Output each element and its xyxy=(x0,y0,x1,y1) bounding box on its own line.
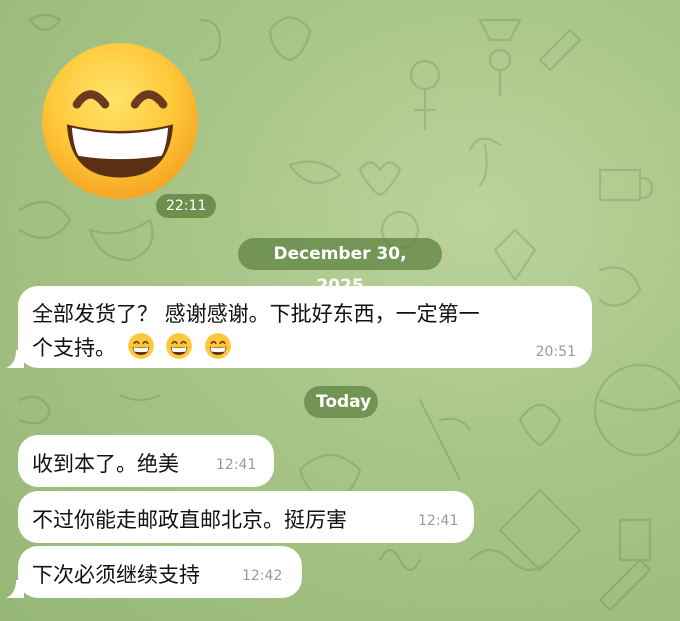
grinning-face-emoji xyxy=(166,333,193,359)
grinning-face-emoji xyxy=(205,333,231,359)
message-time: 12:41 xyxy=(216,457,257,473)
message-text: 收到本了。绝美 xyxy=(32,452,179,476)
message-time: 12:42 xyxy=(242,568,283,584)
message-time: 12:41 xyxy=(418,513,459,529)
message-text-line-2: 个支持。 xyxy=(32,332,232,362)
message-bubble[interactable]: 下次必须继续支持 12:42 xyxy=(18,546,302,598)
message-text: 不过你能走邮政直邮北京。挺厉害 xyxy=(32,508,347,532)
message-bubble[interactable]: 不过你能走邮政直邮北京。挺厉害 12:41 xyxy=(18,491,474,543)
message-text-line-1: 全部发货了？ 感谢感谢。下批好东西，一定第一 xyxy=(32,302,480,326)
message-bubble[interactable]: 全部发货了？ 感谢感谢。下批好东西，一定第一 个支持。 20:51 xyxy=(18,286,592,368)
date-separator: December 30, 2025 xyxy=(238,238,442,296)
date-separator-today: Today xyxy=(304,386,378,418)
grinning-face-sticker[interactable] xyxy=(37,38,203,204)
message-bubble[interactable]: 收到本了。绝美 12:41 xyxy=(18,435,274,487)
sticker-timestamp: 22:11 xyxy=(156,194,217,218)
message-text-line-2-text: 个支持。 xyxy=(32,336,116,360)
chat-background: 22:11 December 30, 2025 全部发货了？ 感谢感谢。下批好东… xyxy=(0,0,680,621)
message-time: 20:51 xyxy=(535,344,576,360)
message-text: 下次必须继续支持 xyxy=(32,563,200,587)
grinning-face-emoji xyxy=(127,333,154,359)
